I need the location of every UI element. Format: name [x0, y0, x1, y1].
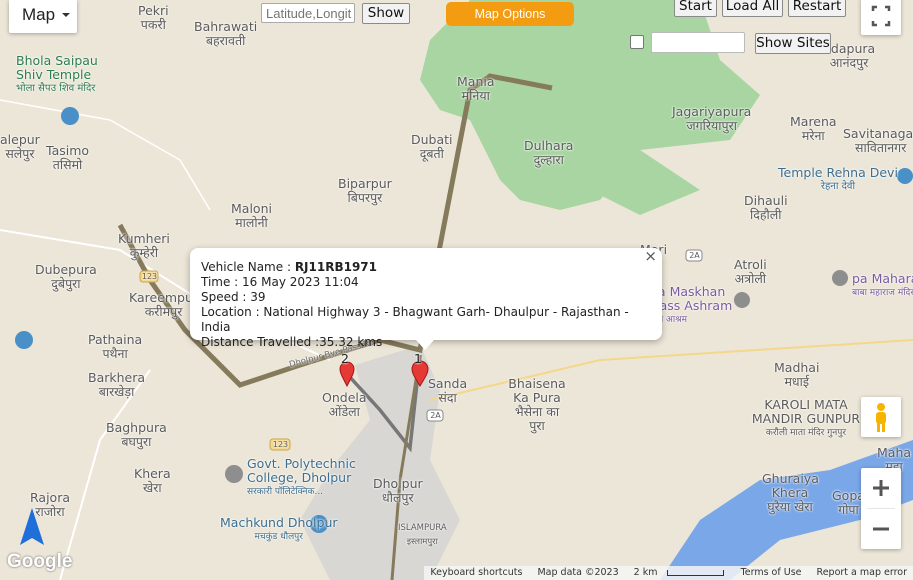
place-label: Atroli अत्रोली	[734, 257, 767, 286]
minus-icon	[873, 527, 889, 531]
place-label: ISLAMPURA इस्लामपुरा	[398, 523, 447, 547]
place-label: Bahrawati बहरावती	[194, 19, 258, 48]
place-label: Bhaisena Ka Pura भैसेना का पुरा	[508, 376, 566, 433]
place-label: Kareempur करीमपुर	[129, 290, 199, 319]
map-footer: Keyboard shortcuts Map data ©2023 2 km T…	[424, 566, 913, 580]
terms-link[interactable]: Terms of Use	[735, 567, 808, 578]
map-options-button[interactable]: Map Options	[446, 2, 574, 26]
vehicle-info-popup: × Vehicle Name : RJ11RB1971 Time : 16 Ma…	[190, 248, 662, 350]
map-type-dropdown[interactable]: Map	[9, 0, 77, 33]
scale-label[interactable]: 2 km	[628, 567, 664, 578]
marker-label: 1	[414, 351, 422, 366]
street-view-pegman[interactable]	[861, 397, 901, 437]
place-label: Ghuraiya Khera घुरैया खेरा	[762, 471, 819, 514]
place-label: Bhola Saipau Shiv Temple भोला सैपउ शिव मं…	[16, 53, 98, 95]
keyboard-shortcuts-link[interactable]: Keyboard shortcuts	[424, 567, 528, 578]
place-label: Gopa गोपा	[832, 488, 865, 517]
lat-lng-input[interactable]	[261, 3, 355, 23]
marker-label: 2	[341, 351, 349, 366]
place-label: Marena मरेना	[790, 114, 837, 143]
show-button[interactable]: Show	[362, 3, 410, 24]
place-label: alepur सलेपुर	[0, 132, 40, 161]
place-label: Madhai मधाई	[774, 360, 820, 389]
fullscreen-icon	[871, 5, 891, 27]
temple-poi-icon	[897, 168, 913, 184]
place-label: Dholpur धौलपुर	[373, 476, 423, 505]
distance-row: Distance Travelled :35.32 kms	[201, 335, 383, 349]
place-label: Ondela ओंडेला	[322, 390, 367, 419]
zoom-out-button[interactable]	[861, 509, 901, 549]
temple-poi-icon	[61, 107, 79, 125]
place-label: Dulhara दुल्हारा	[524, 138, 574, 167]
highway-shield-label: 123	[272, 440, 289, 449]
place-label: Dubepura दुबेपुरा	[35, 262, 97, 291]
location-row: Location : National Highway 3 - Bhagwant…	[201, 305, 629, 334]
place-label: Rajora राजोरा	[30, 490, 70, 519]
place-label: Dubati दूबती	[411, 132, 453, 161]
temple-poi-icon	[15, 331, 33, 349]
place-label: Machkund Dholpur मचकुंड धौलपुर	[220, 515, 338, 543]
place-label: Tasimo तसिमो	[46, 143, 90, 172]
highway-shield-label: 2A	[430, 411, 441, 420]
speed-row: Speed : 39	[201, 290, 266, 304]
zoom-in-button[interactable]	[861, 468, 901, 508]
fullscreen-button[interactable]	[861, 0, 901, 35]
plus-icon	[873, 480, 889, 496]
restart-button[interactable]: Restart	[788, 0, 846, 17]
place-label: Biparpur बिपरपुर	[338, 176, 392, 205]
vehicle-name-row: Vehicle Name : RJ11RB1971	[201, 260, 378, 274]
time-row: Time : 16 May 2023 11:04	[201, 275, 359, 289]
map-data-text: Map data ©2023	[537, 567, 619, 578]
place-label: Pekri पकरी	[138, 3, 169, 32]
place-label: Jagariyapura जगरियापुरा	[672, 104, 752, 133]
place-label: Khera खेरा	[134, 466, 171, 495]
scale-bar	[666, 569, 724, 576]
place-label: Mania मनिया	[457, 74, 495, 103]
place-label: KAROLI MATA MANDIR GUNPUR करौली माता मंदि…	[751, 397, 861, 439]
place-label: pa Maharajबाबा महाराज मंदिर	[852, 271, 913, 299]
place-label: Kumheri कुम्हेरी	[118, 231, 170, 260]
place-label: Pathaina पथैना	[88, 332, 143, 361]
om-poi-icon	[832, 270, 848, 286]
place-label: Maloni मालोनी	[231, 201, 272, 230]
place-label: Savitanagar सावितानगर	[843, 126, 913, 155]
place-label: Sanda संदा	[428, 376, 468, 405]
load-all-button[interactable]: Load All	[722, 0, 783, 17]
place-label: Govt. Polytechnic College, Dholpur सरकारी…	[247, 456, 356, 498]
place-label: Temple Rehna Devi रेहना देवी	[778, 165, 898, 193]
chevron-down-icon	[62, 13, 70, 17]
place-label: Barkhera बारखेड़ा	[88, 370, 146, 399]
place-label: pa Maskhan Dass Ashram दास आश्रम	[650, 284, 733, 326]
google-logo: Google	[7, 551, 73, 572]
highway-shield-label: 2A	[689, 251, 700, 260]
place-label: Dihauli दिहौली	[744, 193, 788, 222]
pegman-icon	[876, 403, 886, 432]
close-icon[interactable]: ×	[644, 249, 657, 264]
zoom-control	[861, 468, 901, 549]
place-label: Baghpura बघपुरा	[106, 420, 167, 449]
sites-input[interactable]	[651, 32, 745, 53]
highway-shield-label: 123	[141, 272, 158, 281]
start-button[interactable]: Start	[674, 0, 717, 17]
show-sites-checkbox[interactable]	[630, 35, 644, 49]
report-error-link[interactable]: Report a map error	[811, 567, 913, 578]
school-poi-icon	[225, 465, 243, 483]
show-sites-button[interactable]: Show Sites	[755, 33, 831, 54]
